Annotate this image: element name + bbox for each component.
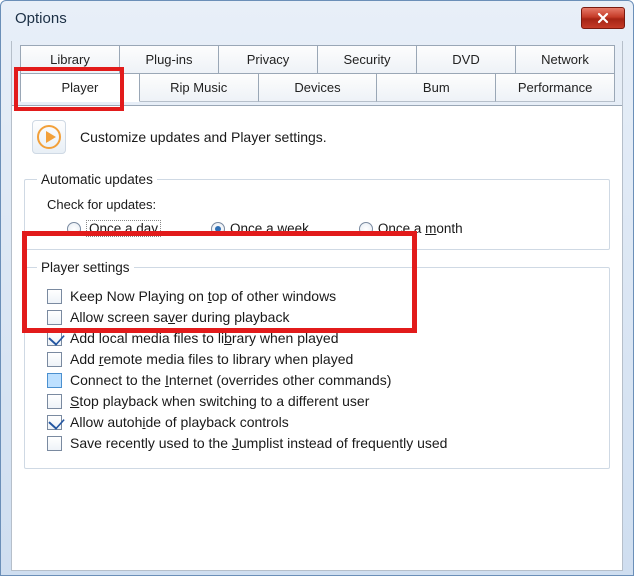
setting-label: Allow screen saver during playback (70, 309, 289, 325)
setting-add-remote-media[interactable]: Add remote media files to library when p… (47, 351, 599, 367)
player-settings-group: Player settings Keep Now Playing on top … (24, 260, 610, 469)
radio-once-a-month[interactable]: Once a month (359, 221, 463, 236)
page-header: Customize updates and Player settings. (24, 116, 610, 168)
client-area: LibraryPlug-insPrivacySecurityDVDNetwork… (11, 41, 623, 571)
radio-once-a-day[interactable]: Once a day (67, 220, 161, 237)
radio-label: Once a week (230, 221, 309, 236)
tab-rip-music[interactable]: Rip Music (139, 73, 259, 102)
radio-once-a-week[interactable]: Once a week (211, 221, 309, 236)
titlebar: Options (1, 1, 633, 35)
automatic-updates-group: Automatic updates Check for updates: Onc… (24, 172, 610, 250)
setting-connect-internet[interactable]: Connect to the Internet (overrides other… (47, 372, 599, 388)
setting-stop-playback-switch-user[interactable]: Stop playback when switching to a differ… (47, 393, 599, 409)
player-settings-legend: Player settings (37, 260, 134, 275)
checkbox-icon (47, 373, 62, 388)
checkbox-icon (47, 415, 62, 430)
checkbox-icon (47, 394, 62, 409)
setting-label: Save recently used to the Jumplist inste… (70, 435, 447, 451)
checkbox-icon (47, 310, 62, 325)
checkbox-icon (47, 289, 62, 304)
tab-content-player: Customize updates and Player settings. A… (12, 106, 622, 570)
wmp-play-icon (32, 120, 66, 154)
window-title: Options (15, 10, 581, 27)
tab-security[interactable]: Security (317, 45, 417, 74)
setting-save-jumplist[interactable]: Save recently used to the Jumplist inste… (47, 435, 599, 451)
setting-label: Add local media files to library when pl… (70, 330, 339, 346)
checkbox-icon (47, 352, 62, 367)
setting-label: Connect to the Internet (overrides other… (70, 372, 391, 388)
radio-icon (211, 222, 225, 236)
radio-label: Once a day (86, 220, 161, 237)
tab-performance[interactable]: Performance (495, 73, 615, 102)
checkbox-icon (47, 436, 62, 451)
close-button[interactable] (581, 7, 625, 29)
setting-label: Stop playback when switching to a differ… (70, 393, 369, 409)
automatic-updates-legend: Automatic updates (37, 172, 157, 187)
setting-allow-screen-saver[interactable]: Allow screen saver during playback (47, 309, 599, 325)
tab-privacy[interactable]: Privacy (218, 45, 318, 74)
setting-add-local-media[interactable]: Add local media files to library when pl… (47, 330, 599, 346)
tab-dvd[interactable]: DVD (416, 45, 516, 74)
tab-plugins[interactable]: Plug-ins (119, 45, 219, 74)
setting-label: Keep Now Playing on top of other windows (70, 288, 336, 304)
update-frequency-radios: Once a day Once a week Once a month (37, 220, 599, 237)
tab-player[interactable]: Player (20, 73, 140, 102)
setting-allow-autohide[interactable]: Allow autohide of playback controls (47, 414, 599, 430)
tab-strip: LibraryPlug-insPrivacySecurityDVDNetwork… (12, 41, 622, 106)
tab-network[interactable]: Network (515, 45, 615, 74)
close-icon (596, 12, 610, 24)
check-updates-label: Check for updates: (47, 197, 599, 212)
setting-keep-now-playing-on-top[interactable]: Keep Now Playing on top of other windows (47, 288, 599, 304)
setting-label: Add remote media files to library when p… (70, 351, 353, 367)
setting-label: Allow autohide of playback controls (70, 414, 289, 430)
page-header-text: Customize updates and Player settings. (80, 129, 327, 145)
radio-icon (67, 222, 81, 236)
radio-icon (359, 222, 373, 236)
options-window: Options LibraryPlug-insPrivacySecurityDV… (0, 0, 634, 576)
tab-library[interactable]: Library (20, 45, 120, 74)
tab-burn[interactable]: Bum (376, 73, 496, 102)
radio-label: Once a month (378, 221, 463, 236)
tab-devices[interactable]: Devices (258, 73, 378, 102)
checkbox-icon (47, 331, 62, 346)
